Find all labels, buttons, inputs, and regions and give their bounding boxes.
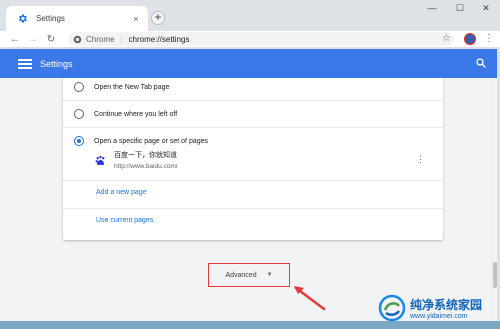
bookmark-star-icon[interactable]: ☆ — [442, 33, 451, 44]
back-button[interactable]: ← — [6, 34, 24, 45]
minimize-button[interactable]: — — [422, 3, 442, 13]
watermark: 纯净系统家园 www.yidaimei.com — [376, 287, 500, 329]
address-url: chrome://settings — [128, 34, 190, 44]
red-annotation-arrow — [294, 286, 326, 311]
watermark-url: www.yidaimei.com — [410, 313, 468, 320]
reload-button[interactable]: ↻ — [42, 34, 60, 45]
option-label: Continue where you left off — [94, 110, 178, 118]
option-label: Open the New Tab page — [94, 83, 170, 91]
search-icon[interactable] — [475, 57, 487, 69]
browser-toolbar: ← → ↻ Chrome | chrome://settings ☆ ⋮ — [0, 31, 500, 48]
baidu-paw-icon — [95, 155, 105, 166]
hamburger-menu-icon[interactable] — [18, 58, 32, 69]
site-label: Chrome — [86, 34, 115, 44]
divider — [63, 208, 443, 209]
watermark-logo-icon — [378, 294, 406, 322]
browser-menu-button[interactable]: ⋮ — [484, 33, 494, 44]
add-new-page-link[interactable]: Add a new page — [96, 189, 147, 196]
close-window-button[interactable]: ✕ — [476, 3, 496, 14]
advanced-button[interactable]: Advanced ▼ — [208, 263, 290, 287]
startup-option-continue[interactable]: Continue where you left off — [63, 101, 443, 127]
tab-title: Settings — [36, 14, 65, 23]
radio-specific-pages[interactable] — [74, 136, 84, 146]
radio-continue[interactable] — [74, 109, 84, 119]
settings-content: Open the New Tab page Continue where you… — [0, 78, 491, 321]
address-separator: | — [120, 34, 123, 44]
radio-new-tab[interactable] — [74, 82, 84, 92]
watermark-title: 纯净系统家园 — [410, 298, 483, 312]
startup-page-title: 百度一下，你就知道 — [114, 152, 177, 159]
startup-option-new-tab[interactable]: Open the New Tab page — [63, 78, 443, 100]
scrollbar[interactable] — [491, 78, 497, 321]
scrollbar-thumb[interactable] — [493, 262, 497, 288]
startup-page-url: http://www.baidu.com/ — [114, 163, 178, 170]
tab-close-icon[interactable]: × — [130, 14, 142, 24]
forward-button[interactable]: → — [24, 34, 42, 45]
tab-settings[interactable]: Settings × — [6, 6, 148, 31]
address-bar[interactable]: Chrome | chrome://settings — [68, 32, 454, 46]
caret-down-icon: ▼ — [266, 272, 273, 278]
tab-strip: Settings × + — ☐ ✕ — [0, 0, 500, 31]
divider — [63, 180, 443, 181]
option-label: Open a specific page or set of pages — [94, 137, 209, 145]
settings-header: Settings — [0, 49, 497, 78]
gear-icon — [16, 13, 28, 25]
chrome-site-icon — [72, 34, 82, 44]
extension-icon[interactable] — [464, 33, 476, 45]
startup-page-entry: 百度一下，你就知道 http://www.baidu.com/ ⋮ — [94, 146, 434, 176]
new-tab-button[interactable]: + — [151, 11, 165, 25]
more-actions-icon[interactable]: ⋮ — [416, 154, 425, 165]
page-title: Settings — [40, 58, 73, 69]
use-current-pages-link[interactable]: Use current pages — [96, 217, 153, 224]
advanced-label: Advanced — [225, 271, 257, 279]
maximize-button[interactable]: ☐ — [450, 3, 470, 14]
on-startup-card: Open the New Tab page Continue where you… — [63, 78, 443, 240]
